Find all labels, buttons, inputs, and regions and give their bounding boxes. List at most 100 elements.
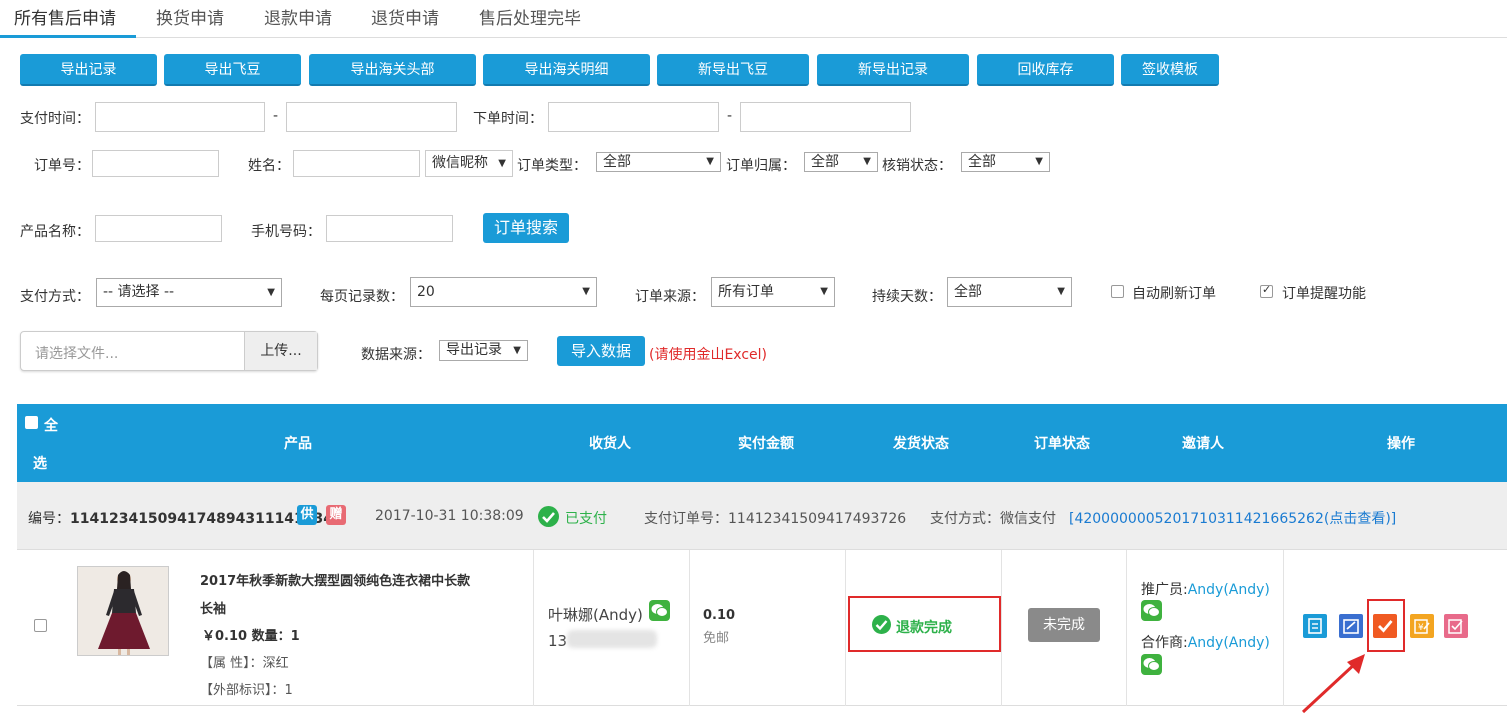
col-ship-status: 发货状态 [893, 436, 949, 452]
product-image[interactable] [77, 566, 169, 656]
pay-order-value: 11412341509417493726 [728, 511, 907, 527]
col-product: 产品 [284, 436, 312, 452]
name-label: 姓名： [248, 158, 290, 174]
partner-name[interactable]: Andy(Andy) [1188, 635, 1270, 651]
promoter-label: 推广员: [1141, 582, 1188, 598]
tab-completed[interactable]: 售后处理完毕 [479, 4, 581, 34]
product-attribute: 【属 性】：深红 [200, 656, 289, 671]
order-remind-label: 订单提醒功能 [1282, 286, 1366, 302]
duration-days-select[interactable]: 全部 ▼ [947, 277, 1072, 307]
tab-exchange[interactable]: 换货申请 [156, 4, 224, 34]
select-all-label: 全 [44, 418, 58, 434]
export-customs-detail-button[interactable]: 导出海关明细 [483, 54, 650, 86]
select-all-checkbox[interactable] [25, 416, 38, 429]
shipping-fee: 免邮 [703, 631, 730, 646]
column-divider [689, 550, 690, 706]
pay-status: 已支付 [565, 511, 607, 527]
aftersale-tabs: 所有售后申请 换货申请 退款申请 退货申请 售后处理完毕 [0, 0, 1507, 38]
partner-label: 合作商: [1141, 635, 1188, 651]
import-data-button[interactable]: 导入数据 [557, 336, 645, 366]
order-number: 编号：1141234150941748943111412​34 [28, 508, 333, 528]
page-size-select[interactable]: 20 ▼ [410, 277, 597, 307]
pay-time-end-input[interactable] [286, 102, 457, 132]
chevron-down-icon: ▼ [820, 286, 828, 297]
name-input[interactable] [293, 150, 420, 177]
order-search-button[interactable]: 订单搜索 [483, 213, 569, 243]
tab-refund[interactable]: 退款申请 [264, 4, 332, 34]
export-records-button[interactable]: 导出记录 [20, 54, 157, 86]
column-divider [1283, 550, 1284, 706]
verify-status-select[interactable]: 全部 ▼ [961, 152, 1050, 172]
pay-method-select[interactable]: -- 请选择 -- ▼ [96, 278, 282, 307]
pay-time-start-input[interactable] [95, 102, 265, 132]
order-detail-icon[interactable] [1303, 614, 1327, 638]
tab-all-aftersale[interactable]: 所有售后申请 [14, 4, 116, 34]
price-quantity: ￥0.10 数量：1 [202, 629, 300, 644]
paid-amount: 0.10 [703, 608, 736, 623]
promoter-name[interactable]: Andy(Andy) [1188, 582, 1270, 598]
order-number-label: 编号： [28, 511, 70, 527]
data-source-select[interactable]: 导出记录 ▼ [439, 340, 528, 361]
pay-time-label: 支付时间： [20, 111, 90, 127]
file-path-input[interactable]: 请选择文件... [35, 343, 118, 363]
wechat-icon[interactable] [1141, 600, 1162, 621]
transaction-link[interactable]: [4200000005201710311421665262(点击查看)] [1069, 508, 1396, 528]
order-type-select[interactable]: 全部 ▼ [596, 152, 721, 172]
new-export-records-button[interactable]: 新导出记录 [817, 54, 969, 86]
order-no-input[interactable] [92, 150, 219, 177]
chevron-down-icon: ▼ [1057, 286, 1065, 297]
active-tab-indicator [0, 35, 136, 38]
orders-table-header: 全 选 产品 收货人 实付金额 发货状态 订单状态 邀请人 操作 [17, 404, 1507, 482]
select-all-label-2: 选 [33, 456, 47, 472]
chevron-down-icon: ▼ [706, 156, 714, 167]
order-source-select[interactable]: 所有订单 ▼ [711, 277, 835, 307]
product-name-input[interactable] [95, 215, 222, 242]
order-info-bar: 编号：1141234150941748943111412​34 供 赠 2017… [17, 482, 1507, 550]
new-export-feidou-button[interactable]: 新导出飞豆 [657, 54, 809, 86]
chevron-down-icon: ▼ [863, 156, 871, 167]
gift-badge: 赠 [326, 505, 346, 525]
tab-return[interactable]: 退货申请 [371, 4, 439, 34]
partner: 合作商:Andy(Andy) [1141, 632, 1270, 652]
pay-order-no: 支付订单号：11412341509417493726 [644, 508, 906, 528]
product-title-cont[interactable]: 长袖 [200, 598, 226, 617]
row-checkbox[interactable] [34, 619, 47, 632]
upload-button[interactable]: 上传... [244, 332, 317, 370]
wechat-icon[interactable] [649, 600, 670, 621]
recycle-stock-button[interactable]: 回收库存 [977, 54, 1114, 86]
verify-status-label: 核销状态： [882, 158, 952, 174]
receiver-name: 叶琳娜(Andy) [548, 606, 643, 624]
col-paid-amount: 实付金额 [738, 436, 794, 452]
order-owner-select[interactable]: 全部 ▼ [804, 152, 878, 172]
nickname-select[interactable]: 微信昵称 ▼ [425, 150, 513, 177]
file-upload-group: 请选择文件... 上传... [20, 331, 318, 371]
wechat-icon[interactable] [1141, 654, 1162, 675]
export-feidou-button[interactable]: 导出飞豆 [164, 54, 301, 86]
col-inviter: 邀请人 [1182, 436, 1224, 452]
column-divider [1126, 550, 1127, 706]
order-time-start-input[interactable] [548, 102, 719, 132]
order-source-label: 订单来源： [635, 289, 705, 305]
order-status-button[interactable]: 未完成 [1028, 608, 1100, 642]
phone-input[interactable] [326, 215, 453, 242]
signature-icon[interactable] [1444, 614, 1468, 638]
col-order-status: 订单状态 [1034, 436, 1090, 452]
chevron-down-icon: ▼ [267, 287, 275, 298]
product-title[interactable]: 2017年秋季新款大摆型圆领纯色连衣裙中长款 [200, 570, 470, 589]
pay-method-text: 支付方式：微信支付 [930, 511, 1056, 527]
order-time-end-input[interactable] [740, 102, 911, 132]
refund-money-icon[interactable]: ¥ [1410, 614, 1434, 638]
duration-days-label: 持续天数： [872, 289, 942, 305]
promoter: 推广员:Andy(Andy) [1141, 579, 1270, 599]
edit-order-icon[interactable] [1339, 614, 1363, 638]
chevron-down-icon: ▼ [1035, 156, 1043, 167]
check-circle-icon [872, 615, 891, 634]
export-customs-header-button[interactable]: 导出海关头部 [309, 54, 476, 86]
chevron-down-icon: ▼ [513, 345, 521, 356]
auto-refresh-checkbox[interactable] [1111, 285, 1124, 298]
data-source-label: 数据来源： [361, 347, 431, 363]
receipt-template-button[interactable]: 签收模板 [1121, 54, 1219, 86]
svg-text:¥: ¥ [1418, 623, 1424, 633]
order-remind-checkbox[interactable] [1260, 283, 1273, 298]
order-number-value: 1141234150941748943111412​34 [70, 511, 334, 527]
